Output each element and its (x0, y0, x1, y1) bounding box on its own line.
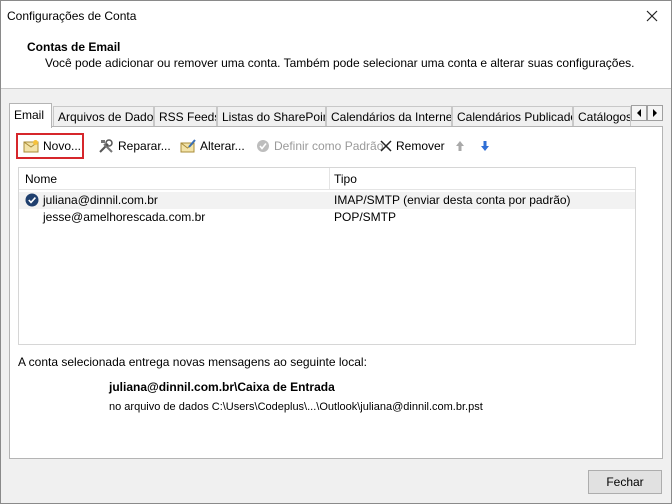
remove-button[interactable]: Remover (380, 135, 445, 157)
table-row[interactable]: jesse@amelhorescada.com.br POP/SMTP (19, 209, 635, 226)
column-header-name[interactable]: Nome (25, 172, 57, 186)
window-title: Configurações de Conta (7, 9, 137, 23)
change-button[interactable]: Alterar... (180, 135, 245, 157)
close-icon[interactable] (637, 5, 667, 27)
arrow-up-icon (456, 141, 464, 151)
close-button[interactable]: Fechar (588, 470, 662, 494)
table-row[interactable]: juliana@dinnil.com.br IMAP/SMTP (enviar … (19, 192, 635, 209)
column-header-type[interactable]: Tipo (334, 172, 357, 186)
set-default-button[interactable]: Definir como Padrão (256, 135, 383, 157)
new-account-button[interactable]: Novo... (16, 133, 84, 159)
repair-label: Reparar... (118, 139, 171, 153)
tab-scroll-buttons (631, 105, 663, 123)
change-label: Alterar... (200, 139, 245, 153)
tab-sharepoint-lists[interactable]: Listas do SharePoint (217, 106, 326, 127)
tab-strip: Email Arquivos de Dados RSS Feeds Listas… (9, 103, 663, 128)
remove-x-icon (380, 140, 392, 152)
account-name: juliana@dinnil.com.br (43, 193, 158, 207)
remove-label: Remover (396, 139, 445, 153)
list-header: Nome Tipo (19, 168, 635, 190)
new-account-label: Novo... (43, 139, 82, 153)
title-bar: Configurações de Conta (1, 1, 671, 32)
delivery-data-file-path: no arquivo de dados C:\Users\Codeplus\..… (109, 401, 483, 413)
account-settings-window: Configurações de Conta Contas de Email V… (0, 0, 672, 504)
set-default-label: Definir como Padrão (274, 139, 384, 153)
repair-button[interactable]: Reparar... (98, 135, 171, 157)
tools-icon (99, 139, 113, 153)
move-down-button[interactable] (480, 135, 490, 157)
column-divider (329, 168, 330, 190)
tab-rss-feeds[interactable]: RSS Feeds (154, 106, 217, 127)
default-account-check-icon (25, 193, 39, 207)
account-type: POP/SMTP (334, 210, 397, 224)
new-envelope-icon (23, 140, 39, 153)
tab-internet-calendars[interactable]: Calendários da Internet (326, 106, 452, 127)
delivery-location: juliana@dinnil.com.br\Caixa de Entrada (109, 380, 335, 394)
dialog-header: Contas de Email Você pode adicionar ou r… (1, 32, 671, 89)
tab-catalogs[interactable]: Catálogos de (573, 106, 631, 127)
account-type: IMAP/SMTP (enviar desta conta por padrão… (334, 193, 571, 207)
check-circle-icon (257, 140, 269, 152)
header-description: Você pode adicionar ou remover uma conta… (45, 56, 635, 70)
tab-email[interactable]: Email (9, 103, 52, 128)
tab-scroll-left-icon[interactable] (631, 105, 647, 121)
account-name: jesse@amelhorescada.com.br (43, 210, 206, 224)
accounts-list: Nome Tipo juliana@dinnil.com.br IMAP/SMT… (18, 167, 636, 345)
arrow-down-icon (481, 141, 489, 151)
header-title: Contas de Email (27, 40, 121, 54)
tab-scroll-right-icon[interactable] (647, 105, 663, 121)
email-tab-panel: Novo... Reparar... Alterar... Definir co… (9, 126, 663, 459)
tab-data-files[interactable]: Arquivos de Dados (53, 106, 154, 127)
delivery-label: A conta selecionada entrega novas mensag… (18, 355, 367, 369)
edit-envelope-icon (180, 139, 196, 153)
tab-published-calendars[interactable]: Calendários Publicados (452, 106, 573, 127)
move-up-button[interactable] (455, 135, 465, 157)
account-toolbar: Novo... Reparar... Alterar... Definir co… (14, 133, 654, 159)
